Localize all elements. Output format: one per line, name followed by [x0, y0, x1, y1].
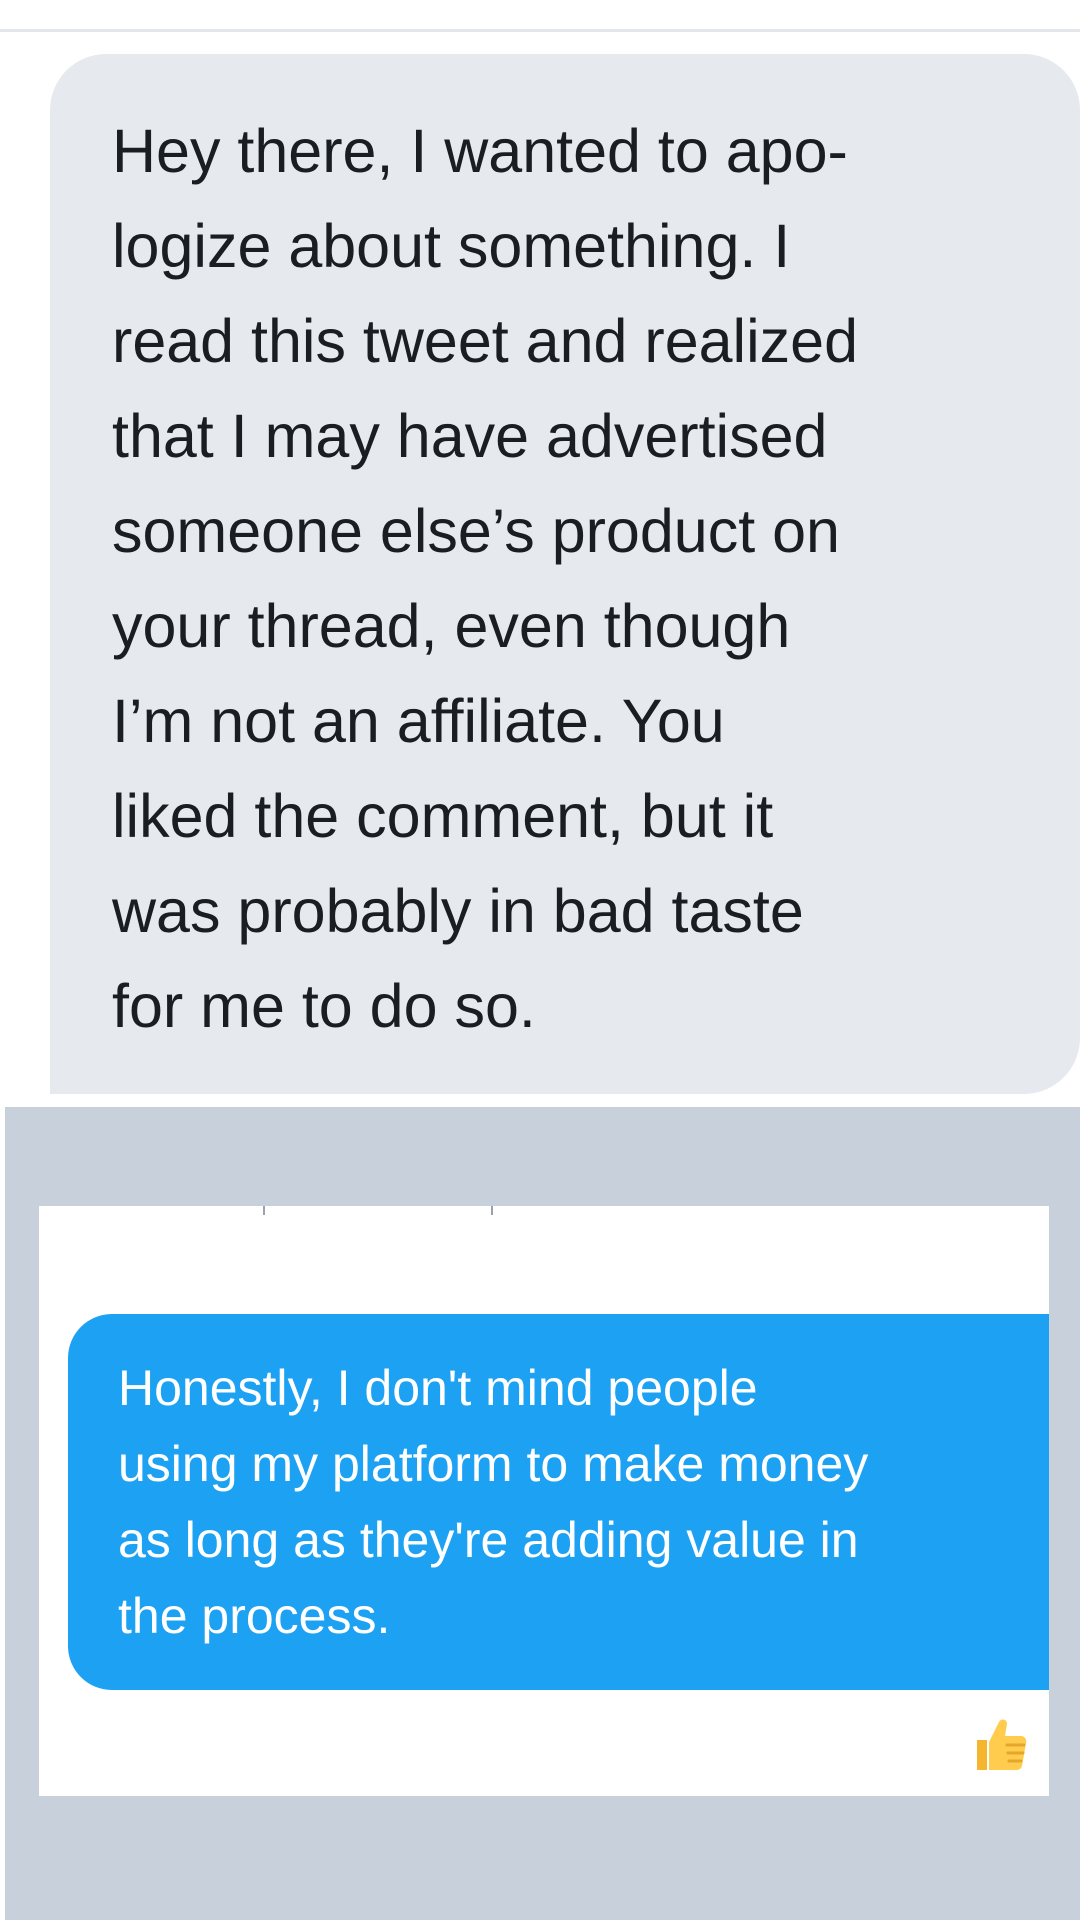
sent-message-text: Honestly, I don't mind people using my p…	[118, 1360, 869, 1644]
inset-conversation-card: Honestly, I don't mind people using my p…	[39, 1206, 1049, 1796]
thumbs-up-icon[interactable]	[967, 1712, 1031, 1776]
thumbs-up-icon-graphic	[977, 1719, 1027, 1770]
screenshot-panel: Honestly, I don't mind people using my p…	[5, 1107, 1080, 1920]
divider-tick	[491, 1206, 493, 1215]
sent-message-bubble[interactable]: Honestly, I don't mind people using my p…	[68, 1314, 1049, 1690]
top-divider	[0, 29, 1080, 32]
dm-screen: Hey there, I wanted to apo- logize about…	[0, 0, 1080, 1920]
received-message-bubble[interactable]: Hey there, I wanted to apo- logize about…	[50, 54, 1080, 1094]
received-message-text: Hey there, I wanted to apo- logize about…	[112, 117, 858, 1040]
divider-tick	[263, 1206, 265, 1215]
